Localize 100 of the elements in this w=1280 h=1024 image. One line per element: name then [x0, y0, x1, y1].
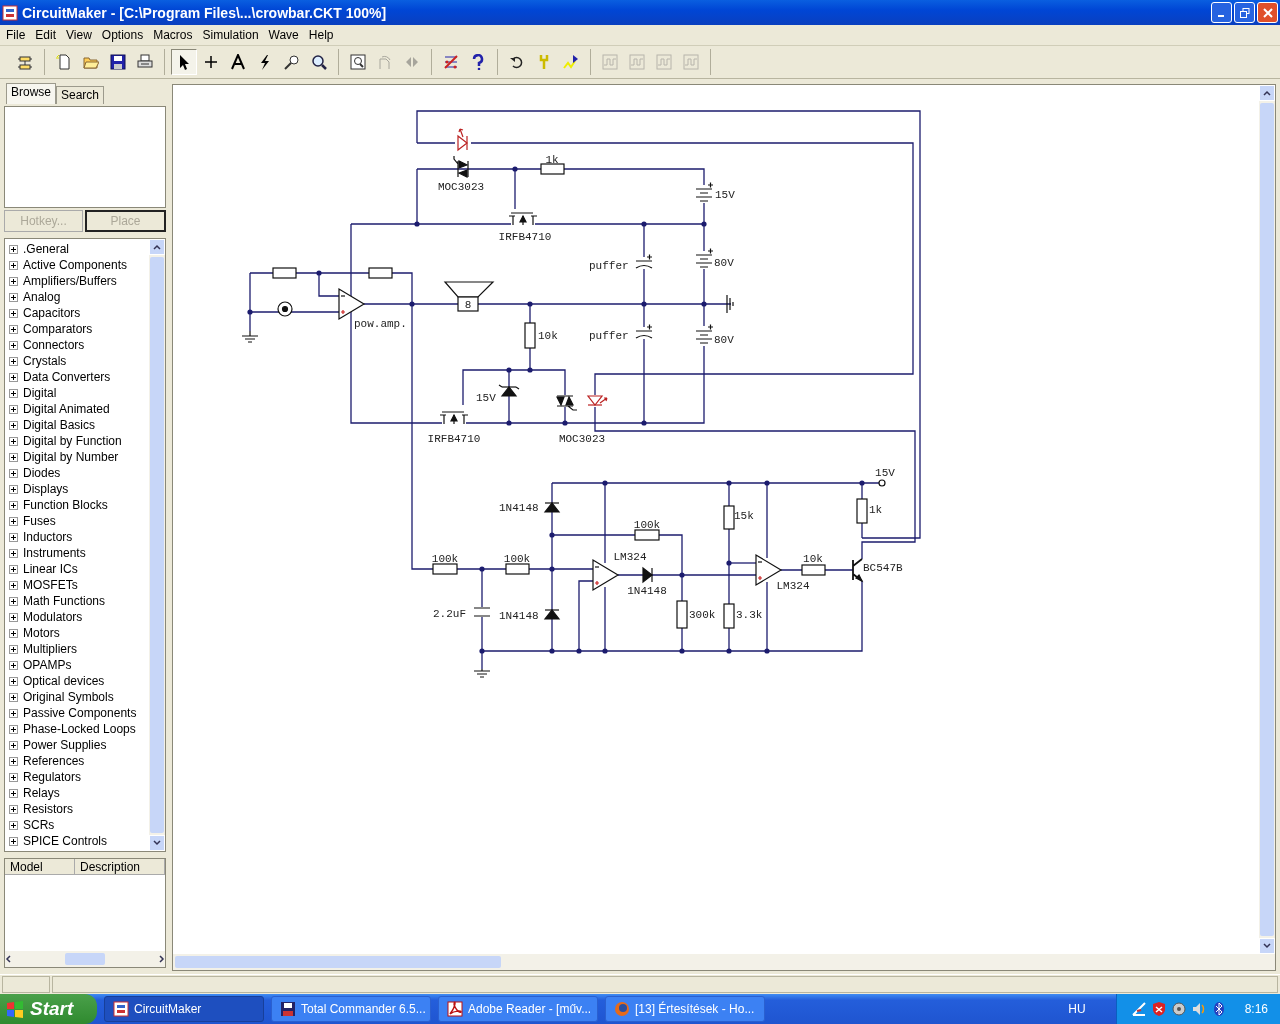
expand-icon[interactable]	[9, 804, 18, 814]
toolbar-button[interactable]	[171, 49, 197, 75]
tree-item[interactable]: Resistors	[23, 802, 73, 816]
save-icon[interactable]	[110, 54, 126, 70]
expand-icon[interactable]	[9, 564, 18, 574]
tree-item[interactable]: Math Functions	[23, 594, 106, 608]
tree-item[interactable]: Displays	[23, 482, 69, 496]
shield-icon[interactable]	[1150, 1001, 1167, 1017]
expand-icon[interactable]	[9, 612, 18, 622]
expand-icon[interactable]	[9, 772, 18, 782]
close-icon[interactable]	[1262, 7, 1273, 18]
expand-icon[interactable]	[9, 596, 18, 606]
print-icon[interactable]	[137, 54, 153, 70]
tree-item[interactable]: Fuses	[23, 514, 56, 528]
open-folder-icon[interactable]	[83, 54, 99, 70]
pen-icon[interactable]	[1130, 1001, 1147, 1017]
tree-item[interactable]: Original Symbols	[23, 690, 114, 704]
expand-icon[interactable]	[9, 276, 18, 286]
expand-icon[interactable]	[9, 356, 18, 366]
reset-icon[interactable]	[509, 54, 525, 70]
vertical-scrollbar[interactable]	[149, 239, 165, 851]
tree-item[interactable]: .General	[23, 242, 70, 256]
tree-item[interactable]: Motors	[23, 626, 60, 640]
zoom-page-icon[interactable]	[350, 54, 366, 70]
tree-item[interactable]: Phase-Locked Loops	[23, 722, 136, 736]
expand-icon[interactable]	[9, 548, 18, 558]
close-button[interactable]	[1257, 2, 1278, 23]
expand-icon[interactable]	[9, 404, 18, 414]
tree-item[interactable]: Digital by Number	[23, 450, 119, 464]
tree-item[interactable]: Regulators	[23, 770, 82, 784]
crosshair-icon[interactable]	[203, 54, 219, 70]
tree-item[interactable]: Digital Animated	[23, 402, 110, 416]
expand-icon[interactable]	[9, 484, 18, 494]
expand-icon[interactable]	[9, 340, 18, 350]
panel-tab[interactable]: Search	[56, 86, 105, 104]
expand-icon[interactable]	[9, 692, 18, 702]
expand-icon[interactable]	[9, 516, 18, 526]
expand-icon[interactable]	[9, 452, 18, 462]
tree-item[interactable]: Inductors	[23, 530, 73, 544]
menu-item[interactable]: View	[61, 28, 97, 42]
restore-button[interactable]	[1234, 2, 1255, 23]
tree-item[interactable]: Linear ICs	[23, 562, 78, 576]
tree-item[interactable]: Digital by Function	[23, 434, 122, 448]
tree-item[interactable]: Crystals	[23, 354, 67, 368]
tree-item[interactable]: Amplifiers/Buffers	[23, 274, 117, 288]
expand-icon[interactable]	[9, 500, 18, 510]
tree-item[interactable]: Modulators	[23, 610, 83, 624]
magnifier-icon[interactable]	[311, 54, 327, 70]
expand-icon[interactable]	[9, 308, 18, 318]
menu-item[interactable]: Options	[96, 28, 149, 42]
expand-icon[interactable]	[9, 756, 18, 766]
expand-icon[interactable]	[9, 372, 18, 382]
disc-icon[interactable]	[1170, 1001, 1187, 1017]
tree-item[interactable]: Comparators	[23, 322, 93, 336]
minimize-button[interactable]	[1211, 2, 1232, 23]
text-tool-icon[interactable]	[230, 54, 246, 70]
expand-icon[interactable]	[9, 836, 18, 846]
start-button[interactable]: Start	[0, 994, 97, 1024]
menu-item[interactable]: Help	[303, 28, 339, 42]
new-file-icon[interactable]	[56, 54, 72, 70]
taskbar-button[interactable]: CircuitMaker	[104, 996, 264, 1022]
tree-item[interactable]: Passive Components	[23, 706, 137, 720]
menu-item[interactable]: File	[1, 28, 31, 42]
menu-item[interactable]: Simulation	[197, 28, 264, 42]
tree-item[interactable]: Relays	[23, 786, 60, 800]
taskbar-button[interactable]: [13] Értesítések - Ho...	[605, 996, 765, 1022]
tree-item[interactable]: References	[23, 754, 85, 768]
tree-item[interactable]: Data Converters	[23, 370, 111, 384]
expand-icon[interactable]	[9, 420, 18, 430]
expand-icon[interactable]	[9, 676, 18, 686]
tree-item[interactable]: Capacitors	[23, 306, 81, 320]
menu-item[interactable]: Wave	[263, 28, 304, 42]
tree-item[interactable]: Digital	[23, 386, 57, 400]
expand-icon[interactable]	[9, 628, 18, 638]
tree-item[interactable]: OPAMPs	[23, 658, 72, 672]
run-icon[interactable]	[563, 54, 579, 70]
tree-item[interactable]: Optical devices	[23, 674, 105, 688]
expand-icon[interactable]	[9, 532, 18, 542]
expand-icon[interactable]	[9, 660, 18, 670]
expand-icon[interactable]	[9, 580, 18, 590]
probe-icon[interactable]	[284, 54, 300, 70]
expand-icon[interactable]	[9, 708, 18, 718]
expand-icon[interactable]	[9, 292, 18, 302]
tree-item[interactable]: SPICE Controls	[23, 834, 108, 848]
help-icon[interactable]	[470, 54, 486, 70]
expand-icon[interactable]	[9, 468, 18, 478]
expand-icon[interactable]	[9, 820, 18, 830]
netlist-icon[interactable]	[443, 54, 459, 70]
vertical-scrollbar[interactable]	[1259, 85, 1275, 954]
expand-icon[interactable]	[9, 740, 18, 750]
taskbar-button[interactable]: Total Commander 6.5...	[271, 996, 431, 1022]
tree-item[interactable]: Digital Basics	[23, 418, 96, 432]
tree-item[interactable]: Analog	[23, 290, 61, 304]
expand-icon[interactable]	[9, 244, 18, 254]
restore-icon[interactable]	[1239, 7, 1250, 18]
expand-icon[interactable]	[9, 324, 18, 334]
tree-item[interactable]: Power Supplies	[23, 738, 107, 752]
expand-icon[interactable]	[9, 788, 18, 798]
expand-icon[interactable]	[9, 436, 18, 446]
horizontal-scrollbar[interactable]	[173, 954, 1275, 970]
